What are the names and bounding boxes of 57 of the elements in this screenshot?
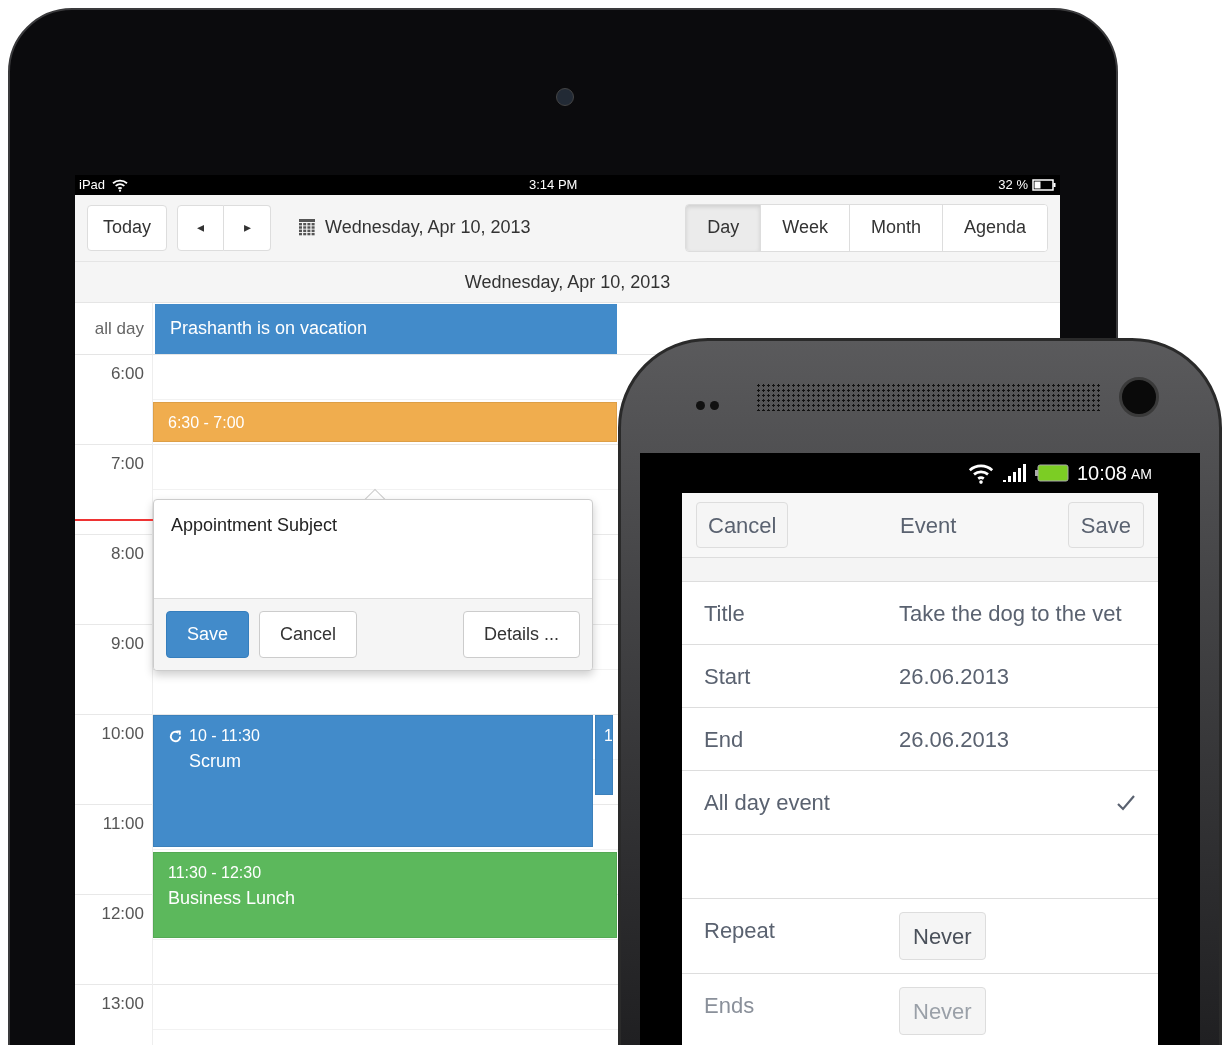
clock: 3:14 PM <box>529 176 578 194</box>
signal-icon <box>1002 464 1027 482</box>
hour-label: 9:00 <box>110 633 144 653</box>
sensor-dots <box>696 401 719 410</box>
event-time: 10 - 11:30 <box>189 726 260 746</box>
camera-icon <box>1119 377 1159 417</box>
meridiem: AM <box>1131 465 1152 484</box>
subject-field[interactable]: Appointment Subject <box>171 515 338 535</box>
view-tab[interactable]: Day <box>686 204 761 251</box>
day-header: Wednesday, Apr 10, 2013 <box>75 262 1060 303</box>
event-time: 11:30 - 12:30 <box>168 863 262 883</box>
screen-title: Event <box>900 511 957 540</box>
field-label: All day event <box>704 789 830 817</box>
battery-icon <box>1034 464 1069 482</box>
hour-label: 10:00 <box>101 723 144 743</box>
hour-label: 8:00 <box>110 543 144 563</box>
event-title: Business Lunch <box>168 887 296 910</box>
clock: 10:08 <box>1076 461 1127 486</box>
hour-label: 11:00 <box>102 813 144 833</box>
device-name: iPad <box>79 176 106 194</box>
field-label: Ends <box>704 991 756 1020</box>
field-label: Title <box>704 599 746 628</box>
popup-button[interactable]: Cancel <box>259 611 358 658</box>
field-value[interactable]: Take the dog to the vet <box>899 596 1122 630</box>
view-tab[interactable]: Agenda <box>941 204 1047 251</box>
field-value[interactable]: 26.06.2013 <box>899 722 1010 756</box>
battery-text: 32 % <box>998 176 1028 194</box>
all-day-toggle[interactable]: All day event <box>682 771 1158 835</box>
calendar-event[interactable]: 10 - 11:30 Scrum <box>153 715 593 847</box>
next-button[interactable]: ▸ <box>224 204 272 251</box>
field-label: Start <box>704 662 752 691</box>
hour-label: 12:00 <box>101 903 144 923</box>
save-button[interactable]: Save <box>1067 502 1144 548</box>
all-day-event[interactable]: Prashanth is on vacation <box>155 303 617 354</box>
hour-label: 7:00 <box>110 453 144 473</box>
wifi-icon <box>111 177 130 192</box>
popup-button[interactable]: Save <box>166 611 250 658</box>
all-day-label: all day <box>94 317 144 340</box>
popup-button[interactable]: Details ... <box>462 611 580 658</box>
event-title: Scrum <box>188 750 241 773</box>
current-date: Wednesday, Apr 10, 2013 <box>325 216 531 240</box>
calendar-event[interactable]: 1 <box>595 715 613 795</box>
field-value[interactable]: 26.06.2013 <box>899 659 1010 693</box>
today-button[interactable]: Today <box>87 204 168 251</box>
field-label: End <box>704 725 745 754</box>
battery-icon <box>1032 178 1056 191</box>
camera-icon <box>556 88 574 106</box>
calendar-icon <box>299 219 316 237</box>
hour-label: 6:00 <box>110 363 144 383</box>
cancel-button[interactable]: Cancel <box>696 502 789 548</box>
previous-button[interactable]: ◂ <box>177 204 225 251</box>
field-label: Repeat <box>704 916 776 945</box>
select-button[interactable]: Never <box>899 912 986 960</box>
event-time: 6:30 - 7:00 <box>168 413 245 433</box>
repeat-icon <box>168 728 183 744</box>
event-time: 1 <box>604 726 612 746</box>
hour-label: 13:00 <box>101 993 144 1013</box>
